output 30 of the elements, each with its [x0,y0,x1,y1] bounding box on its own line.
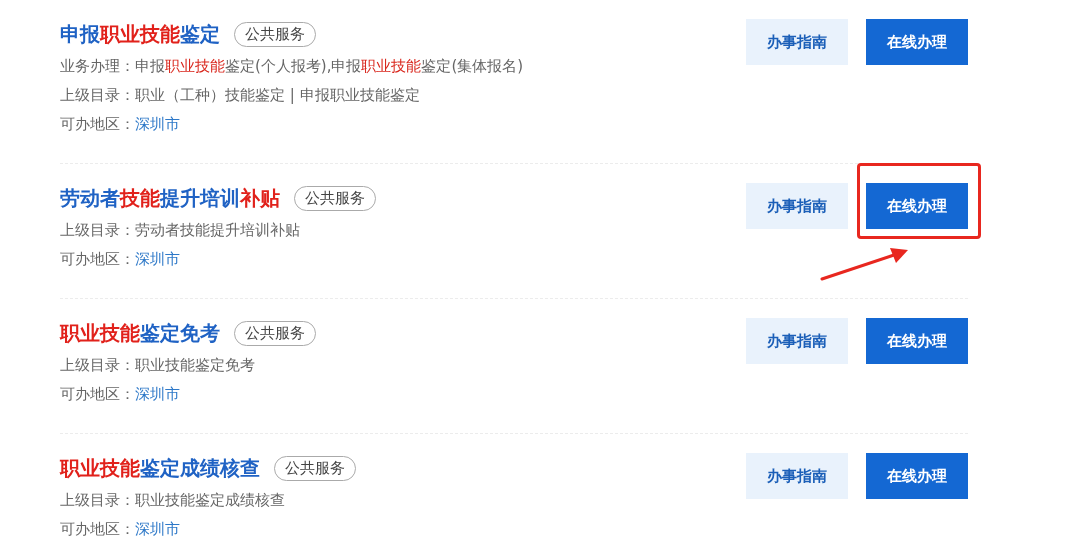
service-title[interactable]: 劳动者技能提升培训补贴 [60,184,280,212]
online-button[interactable]: 在线办理 [866,19,968,65]
field-label: 业务办理： [60,57,135,75]
field-label: 可办地区： [60,385,135,403]
region-link[interactable]: 深圳市 [135,520,180,538]
guide-button[interactable]: 办事指南 [746,318,848,364]
online-button[interactable]: 在线办理 [866,183,968,229]
field-label: 可办地区： [60,520,135,538]
service-title[interactable]: 职业技能鉴定免考 [60,319,220,347]
field-label: 可办地区： [60,115,135,133]
service-title[interactable]: 申报职业技能鉴定 [60,20,220,48]
guide-button[interactable]: 办事指南 [746,183,848,229]
field-value: 职业技能鉴定成绩核查 [135,491,285,509]
field-label: 上级目录： [60,356,135,374]
online-button[interactable]: 在线办理 [866,318,968,364]
guide-button[interactable]: 办事指南 [746,19,848,65]
service-title[interactable]: 职业技能鉴定成绩核查 [60,454,260,482]
field-value: 劳动者技能提升培训补贴 [135,221,300,239]
field-label: 上级目录： [60,491,135,509]
field-value: 职业（工种）技能鉴定 | 申报职业技能鉴定 [135,86,420,104]
region-link[interactable]: 深圳市 [135,250,180,268]
online-button[interactable]: 在线办理 [866,453,968,499]
field-label: 上级目录： [60,221,135,239]
field-label: 上级目录： [60,86,135,104]
field-value: 申报职业技能鉴定(个人报考),申报职业技能鉴定(集体报名) [135,57,524,75]
guide-button[interactable]: 办事指南 [746,453,848,499]
region-link[interactable]: 深圳市 [135,385,180,403]
region-link[interactable]: 深圳市 [135,115,180,133]
field-label: 可办地区： [60,250,135,268]
field-value: 职业技能鉴定免考 [135,356,255,374]
